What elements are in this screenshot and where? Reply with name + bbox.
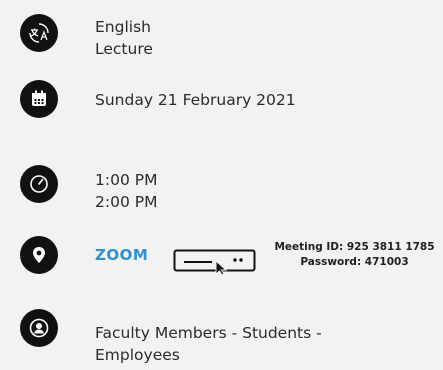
computer-click-icon xyxy=(173,249,258,276)
zoom-link[interactable]: ZOOM xyxy=(95,246,148,264)
location-pin-icon xyxy=(20,236,58,274)
clock-icon xyxy=(20,165,58,203)
language-text: English Lecture xyxy=(95,16,153,60)
audience-line: Faculty Members - Students - xyxy=(95,324,322,342)
meeting-id: Meeting ID: 925 3811 1785 xyxy=(274,241,435,253)
translate-icon xyxy=(20,14,58,52)
time-text: 1:00 PM 2:00 PM xyxy=(95,169,157,213)
audience-line: Employees xyxy=(95,346,180,364)
session-type-line: Lecture xyxy=(95,40,153,58)
end-time: 2:00 PM xyxy=(95,193,158,211)
audience-text: Faculty Members - Students - Employees xyxy=(95,322,322,366)
user-circle-icon xyxy=(20,309,58,347)
language-line: English xyxy=(95,18,151,36)
meeting-password: Password: 471003 xyxy=(300,256,409,268)
date-text: Sunday 21 February 2021 xyxy=(95,91,296,109)
meeting-details: Meeting ID: 925 3811 1785 Password: 4710… xyxy=(266,240,443,270)
calendar-icon xyxy=(20,80,58,118)
start-time: 1:00 PM xyxy=(95,171,158,189)
